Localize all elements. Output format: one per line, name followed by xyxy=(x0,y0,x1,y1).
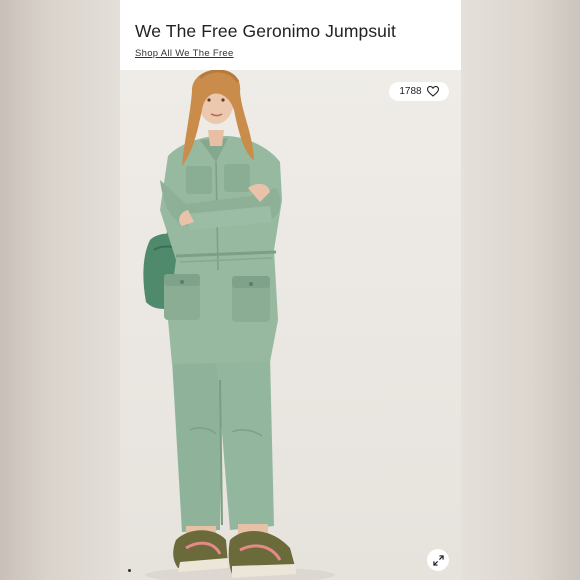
expand-image-button[interactable] xyxy=(427,549,449,571)
shop-brand-link[interactable]: Shop All We The Free xyxy=(135,48,234,59)
carousel-dot-icon[interactable] xyxy=(128,569,131,572)
like-button[interactable]: 1788 xyxy=(389,82,449,101)
background-blur-right xyxy=(460,0,580,580)
background-blur-left xyxy=(0,0,120,580)
listing-header: We The Free Geronimo Jumpsuit Shop All W… xyxy=(120,0,461,70)
like-count: 1788 xyxy=(399,86,422,97)
product-photo[interactable] xyxy=(120,69,461,580)
heart-outline-icon xyxy=(426,86,439,97)
model-illustration xyxy=(143,69,335,580)
expand-arrows-icon xyxy=(432,554,444,566)
listing-title: We The Free Geronimo Jumpsuit xyxy=(135,21,396,41)
listing-screen: We The Free Geronimo Jumpsuit Shop All W… xyxy=(120,0,461,580)
